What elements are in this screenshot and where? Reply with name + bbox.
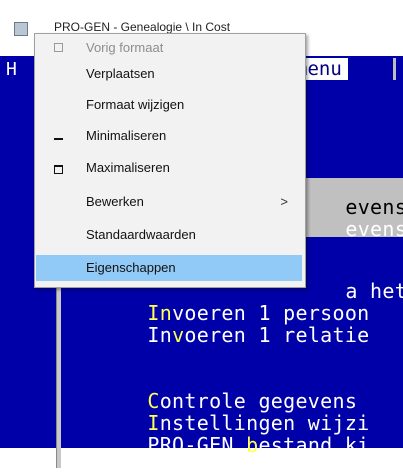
menu-item-minimize[interactable]: Minimaliseren: [36, 123, 302, 149]
menu-item-defaults[interactable]: Standaardwaarden: [36, 222, 302, 248]
menu-item-label: Verplaatsen: [86, 66, 155, 81]
menu-item-move[interactable]: Verplaatsen: [36, 61, 302, 87]
menu-item-label: Vorig formaat: [86, 40, 164, 55]
minimize-icon: [54, 138, 63, 140]
maximize-icon: [54, 165, 63, 174]
option-text: estand ki: [258, 432, 370, 457]
menu-item-label: Bewerken: [86, 194, 144, 209]
hotkey-letter: b: [246, 432, 259, 457]
menu-item-restore[interactable]: Vorig formaat: [36, 35, 302, 61]
submenu-arrow-icon: >: [280, 194, 288, 209]
console-line[interactable]: evens: [296, 200, 403, 259]
console-menu-option[interactable]: Invoeren 1 relatie: [98, 306, 370, 365]
app-icon[interactable]: [14, 22, 28, 36]
menubar-left-label: H: [6, 59, 17, 80]
menu-item-edit[interactable]: Bewerken >: [36, 189, 302, 215]
system-context-menu: Vorig formaat Verplaatsen Formaat wijzig…: [34, 33, 306, 288]
console-menu-option[interactable]: PRO-GEN bestand ki: [98, 416, 370, 475]
menu-item-size[interactable]: Formaat wijzigen: [36, 92, 302, 118]
console-line-text: evens: [345, 216, 403, 241]
menu-item-label: Minimaliseren: [86, 128, 167, 143]
menu-item-label: Maximaliseren: [86, 160, 170, 175]
menu-item-label: Eigenschappen: [86, 260, 176, 275]
menu-item-maximize[interactable]: Maximaliseren: [36, 155, 302, 181]
hotkey-letter: v: [172, 322, 185, 347]
option-text: oeren 1 relatie: [184, 322, 370, 347]
window-title: PRO-GEN - Genealogie \ In Cost: [54, 20, 231, 34]
option-text-prefix: In: [147, 322, 173, 347]
menu-item-label: Formaat wijzigen: [86, 97, 185, 112]
option-text-prefix: PRO-GEN: [147, 432, 247, 457]
menu-item-label: Standaardwaarden: [86, 227, 196, 242]
restore-icon: [54, 43, 63, 52]
menubar-separator: [393, 58, 396, 80]
menu-item-properties[interactable]: Eigenschappen: [36, 255, 302, 281]
